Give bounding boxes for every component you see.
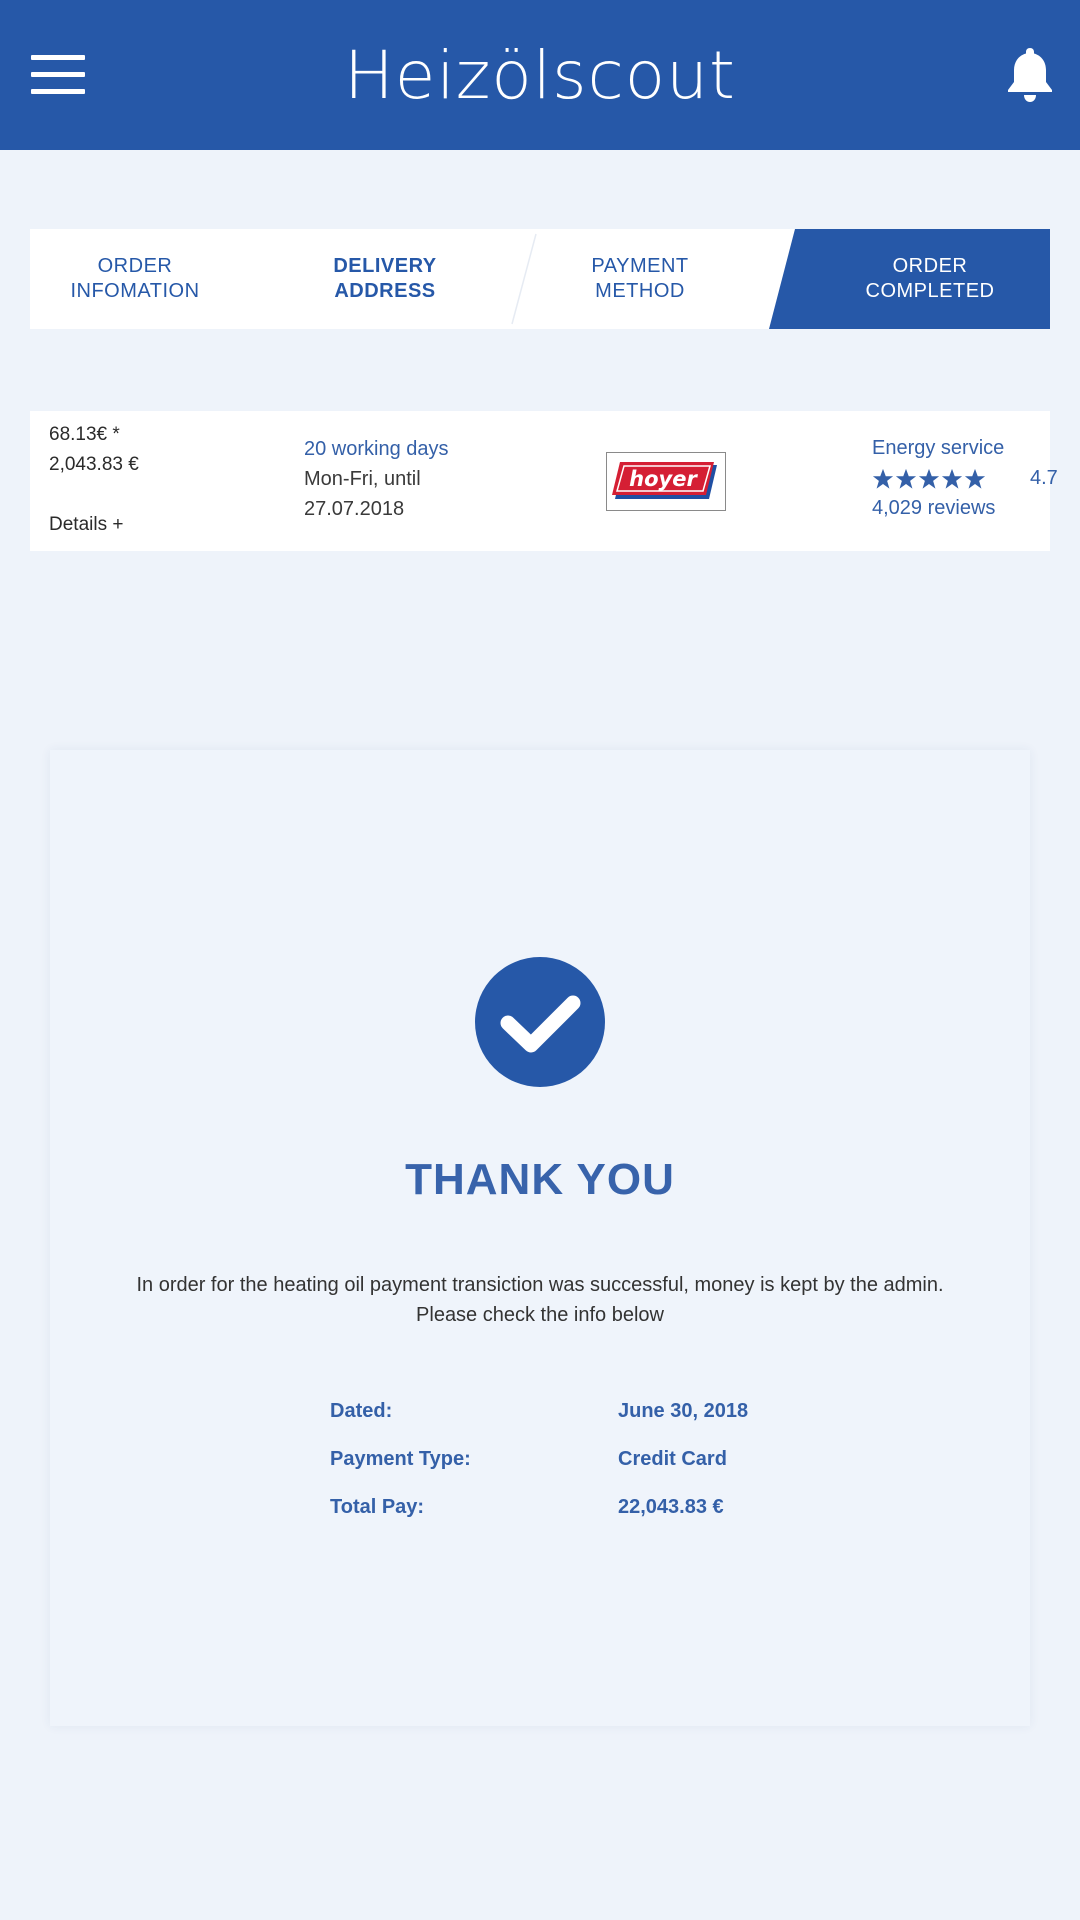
dealer-logo-text: hoyer <box>629 467 698 491</box>
offer-summary: 68.13€ * 2,043.83 € Details + 20 working… <box>30 411 1058 551</box>
delivery-date: 27.07.2018 <box>304 498 405 520</box>
hoyer-logo-icon: hoyer <box>612 461 717 499</box>
provider-name[interactable]: Energy service <box>872 437 1004 460</box>
reviews-link[interactable]: 4,029 reviews <box>872 497 995 520</box>
confirmation-message: In order for the heating oil payment tra… <box>90 1270 990 1330</box>
step-2-line-2: ADDRESS <box>334 280 436 302</box>
step-4-line-1: ORDER <box>892 255 968 277</box>
app-logo[interactable]: Heizölscout <box>0 36 1080 116</box>
step-2-line-1: DELIVERY <box>333 255 437 277</box>
dated-label: Dated: <box>330 1400 393 1422</box>
star-icon <box>872 468 894 489</box>
total-pay-label: Total Pay: <box>330 1496 425 1518</box>
total-pay-value: 22,043.83 € <box>618 1496 724 1518</box>
message-line-2: Please check the info below <box>416 1304 664 1326</box>
star-icon <box>964 468 986 489</box>
star-icon <box>918 468 940 489</box>
step-delivery-address[interactable]: DELIVERY ADDRESS <box>280 229 490 329</box>
confirmation-card: THANK YOU In order for the heating oil p… <box>50 750 1030 1726</box>
details-link[interactable]: Details + <box>49 514 123 536</box>
app-header: Heizölscout <box>0 0 1080 150</box>
payment-type-label: Payment Type: <box>330 1448 471 1470</box>
step-order-completed[interactable]: ORDER COMPLETED <box>810 229 1050 329</box>
order-steps: ORDER INFOMATION DELIVERY ADDRESS PAYMEN… <box>30 229 1050 329</box>
payment-type-value: Credit Card <box>618 1448 727 1470</box>
step-order-information[interactable]: ORDER INFOMATION <box>30 229 240 329</box>
step-payment-method[interactable]: PAYMENT METHOD <box>540 229 740 329</box>
rating-stars <box>872 468 986 490</box>
step-1-line-2: INFOMATION <box>70 280 200 302</box>
dealer-logo: hoyer <box>606 452 726 511</box>
step-3-line-1: PAYMENT <box>591 255 689 277</box>
step-1-line-1: ORDER <box>97 255 173 277</box>
bell-icon[interactable] <box>1007 48 1053 102</box>
delivery-days: 20 working days <box>304 438 449 460</box>
thank-you-title: THANK YOU <box>405 1155 675 1204</box>
star-icon <box>895 468 917 489</box>
checkmark-circle-icon <box>475 957 605 1087</box>
star-icon <box>941 468 963 489</box>
step-4-line-2: COMPLETED <box>865 280 995 302</box>
price-per-unit: 68.13€ * <box>49 424 120 445</box>
dated-value: June 30, 2018 <box>618 1400 749 1422</box>
price-total: 2,043.83 € <box>49 454 139 475</box>
message-line-1: In order for the heating oil payment tra… <box>136 1274 944 1296</box>
step-3-line-2: METHOD <box>595 280 685 302</box>
rating-value: 4.7 <box>1030 467 1058 489</box>
delivery-window: Mon-Fri, until <box>304 468 421 490</box>
